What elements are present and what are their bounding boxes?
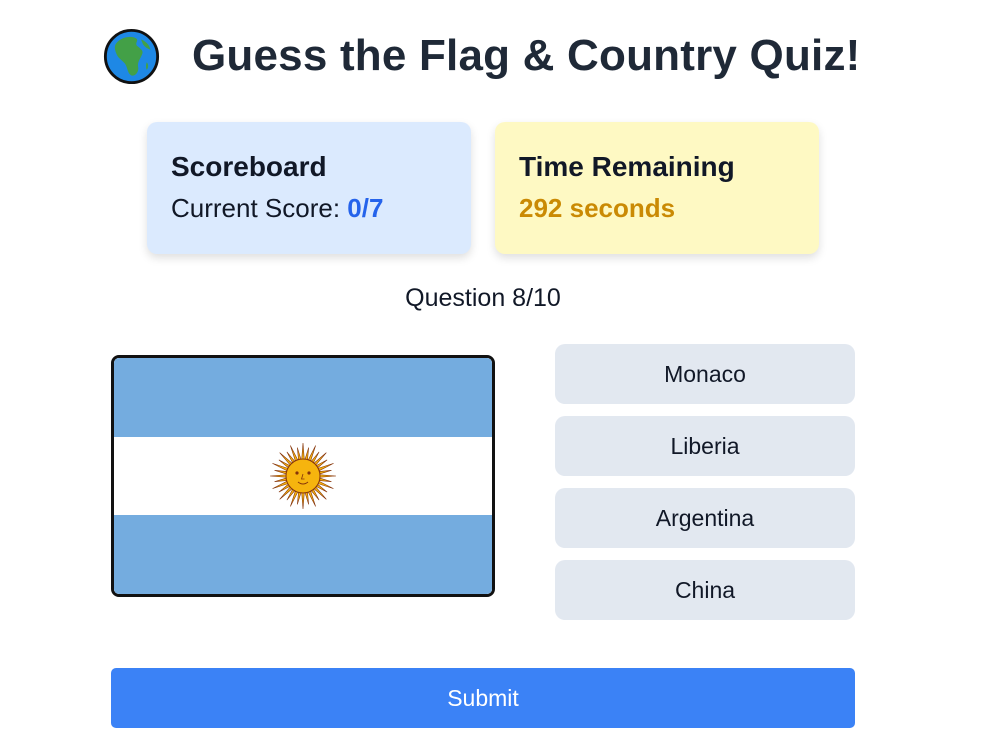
flag-image — [111, 355, 495, 597]
option-button-monaco[interactable]: Monaco — [555, 344, 855, 404]
scoreboard-card: Scoreboard Current Score: 0/7 — [147, 122, 471, 254]
current-score-value: 0/7 — [347, 193, 384, 223]
argentina-flag — [114, 358, 492, 594]
header: Guess the Flag & Country Quiz! — [103, 27, 861, 85]
time-remaining-value: 292 seconds — [519, 193, 676, 223]
answer-options: Monaco Liberia Argentina China — [555, 344, 855, 632]
submit-button[interactable]: Submit — [111, 668, 855, 728]
current-score-line: Current Score: 0/7 — [171, 193, 471, 223]
scoreboard-title: Scoreboard — [171, 151, 327, 182]
current-score-label: Current Score: — [171, 193, 348, 223]
sun-of-may-icon — [269, 442, 337, 510]
option-button-argentina[interactable]: Argentina — [555, 488, 855, 548]
globe-africa-icon — [103, 28, 160, 84]
timer-card: Time Remaining 292 seconds — [495, 122, 819, 254]
option-button-china[interactable]: China — [555, 560, 855, 620]
timer-title: Time Remaining — [519, 151, 735, 182]
page-title: Guess the Flag & Country Quiz! — [192, 31, 861, 80]
quiz-page: Guess the Flag & Country Quiz! Scoreboar… — [0, 0, 993, 747]
option-button-liberia[interactable]: Liberia — [555, 416, 855, 476]
question-counter: Question 8/10 — [405, 284, 561, 312]
